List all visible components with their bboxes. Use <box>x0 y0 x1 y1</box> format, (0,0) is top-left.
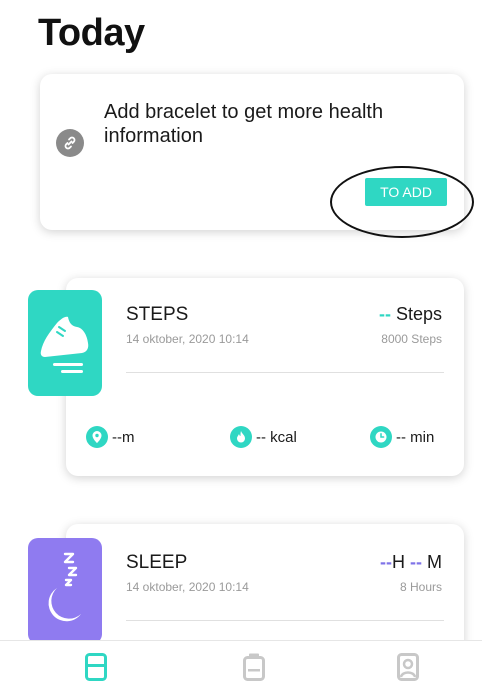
sleep-minutes-unit: M <box>427 552 442 572</box>
divider <box>126 620 444 621</box>
today-tab-icon <box>85 652 107 686</box>
sleep-value: --H -- M <box>380 552 442 573</box>
clock-icon <box>370 426 392 448</box>
sleep-timestamp: 14 oktober, 2020 10:14 <box>126 580 249 594</box>
today-tab[interactable] <box>82 652 110 686</box>
device-tab-icon <box>243 653 265 686</box>
profile-tab[interactable] <box>394 652 422 686</box>
duration-stat: -- min <box>370 426 434 448</box>
steps-goal: 8000 Steps <box>381 332 442 346</box>
sleep-badge <box>28 538 102 644</box>
shoe-icon <box>35 301 95 386</box>
bottom-navigation <box>0 640 482 690</box>
sleep-hours-unit: H <box>391 552 405 572</box>
steps-timestamp: 14 oktober, 2020 10:14 <box>126 332 249 346</box>
location-pin-icon <box>86 426 108 448</box>
device-tab[interactable] <box>240 653 268 685</box>
steps-title: STEPS <box>126 304 189 325</box>
sleep-minutes-dash: -- <box>409 552 422 572</box>
distance-stat: --m <box>86 426 135 448</box>
sleep-hours-dash: -- <box>379 552 392 572</box>
steps-badge <box>28 290 102 396</box>
divider <box>126 372 444 373</box>
sleep-goal: 8 Hours <box>399 580 442 594</box>
sleep-title: SLEEP <box>126 552 188 573</box>
link-icon <box>56 129 84 157</box>
steps-value-dash: -- <box>378 304 391 324</box>
add-bracelet-message: Add bracelet to get more health informat… <box>104 101 384 147</box>
profile-tab-icon <box>397 652 419 686</box>
duration-value: -- min <box>396 428 435 446</box>
flame-icon <box>230 426 252 448</box>
steps-value-unit: Steps <box>395 304 442 324</box>
calories-value: -- kcal <box>256 428 297 446</box>
steps-card[interactable]: STEPS 14 oktober, 2020 10:14 -- Steps 80… <box>66 278 464 476</box>
hand-drawn-circle-annotation <box>330 166 474 238</box>
calories-stat: -- kcal <box>230 426 297 448</box>
moon-zzz-icon <box>35 546 95 637</box>
page-title: Today <box>38 12 145 54</box>
distance-value: --m <box>112 428 135 446</box>
steps-value: -- Steps <box>379 304 442 325</box>
